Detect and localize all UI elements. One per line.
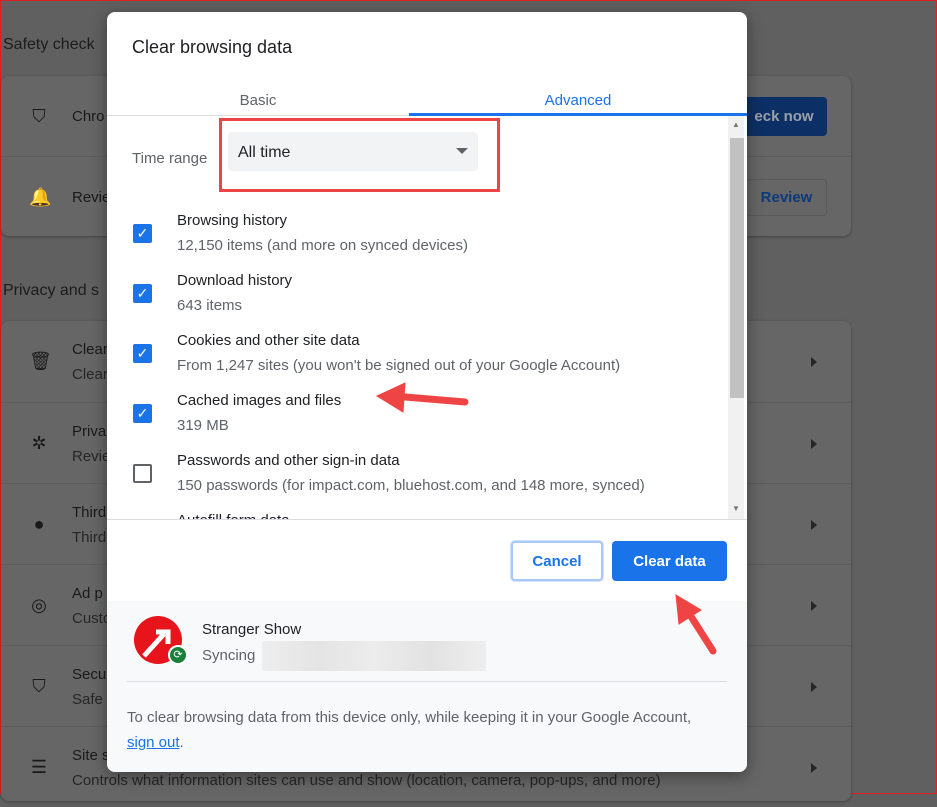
tab-basic[interactable]: Basic (107, 82, 409, 116)
annotation-highlight-box (219, 118, 500, 192)
option-label: Cached images and files (177, 392, 342, 409)
tab-label: Basic (239, 92, 277, 109)
row-subtitle: Revie (72, 448, 111, 465)
row-title: Ad p (72, 585, 103, 602)
clear-option[interactable]: ✓ Download history 643 items (107, 272, 727, 332)
clear-option[interactable]: ✓ Cached images and files 319 MB (107, 392, 727, 452)
chevron-right-icon (811, 763, 817, 773)
scrollbar-thumb[interactable] (730, 138, 744, 398)
scrollbar[interactable]: ▲ ▼ (728, 116, 744, 519)
tab-advanced[interactable]: Advanced (427, 82, 729, 116)
row-subtitle: Safe (72, 691, 103, 708)
row-title: Clear (72, 341, 108, 358)
row-subtitle: Clear (72, 366, 108, 383)
shield-half-icon: ⛉ (32, 676, 46, 696)
account-name: Stranger Show (202, 621, 302, 638)
privacy-heading: Privacy and s (3, 282, 100, 299)
row-title: Third (72, 504, 107, 521)
option-label: Autofill form data (177, 512, 290, 519)
clear-option[interactable]: ✓ Browsing history 12,150 items (and mor… (107, 212, 727, 272)
chevron-right-icon (811, 682, 817, 692)
chevron-right-icon (811, 601, 817, 611)
row-subtitle: Custo (72, 610, 112, 627)
row-title: Secu (72, 666, 107, 683)
clear-data-button[interactable]: Clear data (612, 541, 727, 581)
sync-icon: ⟳ (168, 645, 188, 665)
shield-check-icon: ⛉ (32, 106, 46, 126)
ad-target-icon: ◎ (31, 595, 47, 615)
option-label: Download history (177, 272, 293, 289)
account-section: ⟳ Stranger Show Syncing To clear browsin… (107, 601, 747, 772)
chevron-right-icon (811, 357, 817, 367)
compass-icon: ✲ (31, 433, 47, 453)
chevron-right-icon (811, 439, 817, 449)
row-subtitle: Third (72, 529, 107, 546)
safety-check-heading: Safety check (3, 36, 95, 53)
note-end: . (179, 734, 184, 751)
sign-out-note: To clear browsing data from this device … (127, 705, 707, 755)
options-scroll-area[interactable]: Time range All time ✓ Browsing history 1… (107, 116, 747, 520)
chevron-right-icon (811, 520, 817, 530)
option-detail: 12,150 items (and more on synced devices… (177, 237, 468, 254)
row-title: Site s (72, 747, 110, 764)
option-detail: 319 MB (177, 417, 229, 434)
option-label: Cookies and other site data (177, 332, 360, 349)
safety-row-text: Chro (72, 108, 105, 125)
option-label: Passwords and other sign-in data (177, 452, 400, 469)
sliders-icon: ☰ (30, 757, 48, 777)
tab-label: Advanced (544, 92, 612, 109)
bell-icon: 🔔 (29, 187, 52, 207)
sign-out-link[interactable]: sign out (127, 734, 180, 751)
clear-browsing-data-dialog: Clear browsing data Basic Advanced Time … (107, 12, 747, 772)
cookie-icon: ● (33, 514, 45, 534)
note-text: To clear browsing data from this device … (127, 709, 692, 726)
scroll-down-icon[interactable]: ▼ (732, 504, 740, 513)
divider (127, 681, 727, 682)
clear-option[interactable]: ✓ Autofill form data (107, 512, 727, 519)
checkbox[interactable]: ✓ (133, 344, 152, 363)
option-detail: 150 passwords (for impact.com, bluehost.… (177, 477, 645, 494)
option-label: Browsing history (177, 212, 288, 229)
clear-option[interactable]: ✓ Cookies and other site data From 1,247… (107, 332, 727, 392)
option-detail: From 1,247 sites (you won't be signed ou… (177, 357, 621, 374)
time-range-label: Time range (132, 150, 208, 167)
option-detail: 643 items (177, 297, 243, 314)
check-now-button[interactable]: eck now (741, 97, 827, 136)
sync-status: Syncing (202, 647, 256, 664)
checkbox[interactable]: ✓ (133, 284, 152, 303)
checkbox[interactable]: ✓ (133, 224, 152, 243)
row-title: Priva (72, 423, 107, 440)
checkbox[interactable] (133, 464, 152, 483)
trash-icon: 🗑 (29, 351, 52, 371)
scroll-up-icon[interactable]: ▲ (732, 120, 740, 129)
checkbox[interactable]: ✓ (133, 404, 152, 423)
safety-row-text: Revie (72, 189, 111, 206)
row-subtitle: Controls what information sites can use … (72, 772, 661, 789)
cancel-button[interactable]: Cancel (511, 541, 603, 581)
review-button[interactable]: Review (746, 179, 827, 216)
dialog-title: Clear browsing data (132, 37, 293, 57)
clear-option[interactable]: Passwords and other sign-in data 150 pas… (107, 452, 727, 512)
redacted-email (262, 641, 486, 671)
